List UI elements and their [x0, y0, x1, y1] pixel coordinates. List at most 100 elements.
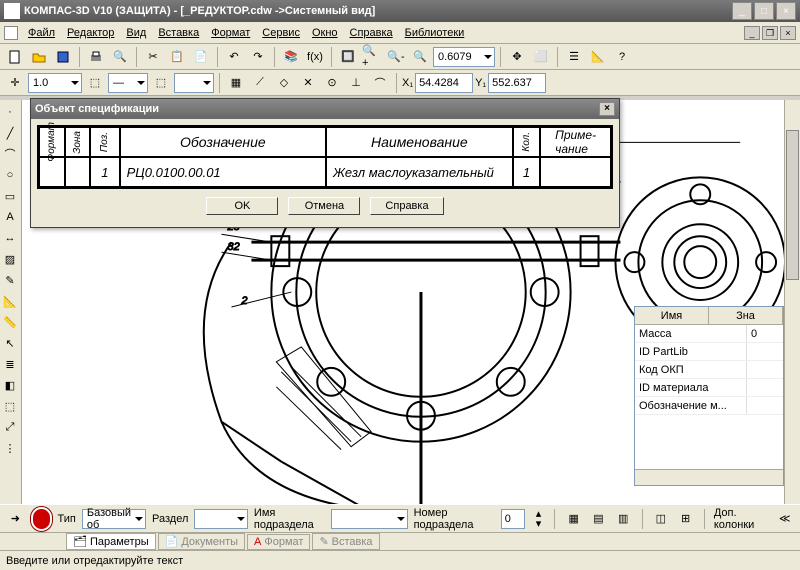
prop-col-name[interactable]: Имя [635, 307, 709, 324]
menu-insert[interactable]: Вставка [152, 24, 205, 42]
prop-row[interactable]: ID материала [635, 379, 783, 397]
tool-param[interactable]: 📐 [0, 291, 20, 311]
cell-name[interactable]: Жезл маслоуказательный [326, 157, 513, 187]
scale-combo[interactable]: 1.0 [28, 73, 82, 93]
zoom-fit-button[interactable]: ⬜ [530, 46, 552, 68]
tool-measure[interactable]: 📏 [0, 312, 20, 332]
snap-end[interactable]: ⟋ [249, 72, 271, 94]
snap-perp[interactable]: ⊥ [345, 72, 367, 94]
menu-format[interactable]: Формат [205, 24, 256, 42]
tool-edit[interactable]: ✎ [0, 270, 20, 290]
open-button[interactable] [28, 46, 50, 68]
close-button[interactable]: × [776, 2, 796, 20]
tab-insert[interactable]: ✎Вставка [312, 533, 379, 550]
color-combo[interactable] [174, 73, 214, 93]
tab-docs[interactable]: 📄Документы [158, 533, 245, 550]
mdi-restore[interactable]: ❐ [762, 26, 778, 40]
subname-combo[interactable] [331, 509, 408, 529]
zoom-window-button[interactable]: 🔲 [337, 46, 359, 68]
menu-edit[interactable]: Редактор [61, 24, 120, 42]
layer-btn[interactable]: ⬚ [84, 72, 106, 94]
tab-format[interactable]: AФормат [247, 534, 310, 550]
snap-mid[interactable]: ◇ [273, 72, 295, 94]
zoom-in-button[interactable]: 🔍+ [361, 46, 383, 68]
cell-pos[interactable]: 1 [90, 157, 120, 187]
prop-row[interactable]: ID PartLib [635, 343, 783, 361]
spec-data-row[interactable]: 1 РЦ0.0100.00.01 Жезл маслоуказательный … [39, 157, 611, 187]
mdi-minimize[interactable]: _ [744, 26, 760, 40]
menu-service[interactable]: Сервис [256, 24, 306, 42]
print-button[interactable] [85, 46, 107, 68]
zoom-scale-combo[interactable]: 0.6079 [433, 47, 495, 67]
undo-button[interactable]: ↶ [223, 46, 245, 68]
x-input[interactable]: 54.4284 [415, 73, 473, 93]
dialog-close-button[interactable]: × [599, 102, 615, 116]
menu-view[interactable]: Вид [120, 24, 152, 42]
manager-button[interactable]: 📚 [280, 46, 302, 68]
snap-int[interactable]: ✕ [297, 72, 319, 94]
snap-cen[interactable]: ⊙ [321, 72, 343, 94]
state-btn[interactable]: ⬚ [150, 72, 172, 94]
save-button[interactable] [52, 46, 74, 68]
snap-tan[interactable]: ⌒ [369, 72, 391, 94]
snap-button[interactable]: ✛ [4, 72, 26, 94]
tool-point[interactable]: · [0, 102, 20, 122]
cell-zone[interactable] [65, 157, 91, 187]
layers-button[interactable]: ☰ [563, 46, 585, 68]
tool-dim[interactable]: ↔ [0, 228, 20, 248]
tool-line[interactable]: ╱ [0, 123, 20, 143]
zoom-prev-button[interactable]: 🔍 [409, 46, 431, 68]
menu-file[interactable]: Файл [22, 24, 61, 42]
tool-brk[interactable]: ⤢ [0, 417, 20, 437]
tool-spec[interactable]: ≣ [0, 354, 20, 374]
maximize-button[interactable]: □ [754, 2, 774, 20]
variables-button[interactable]: f(x) [304, 46, 326, 68]
spin-down[interactable]: ▾ [531, 519, 545, 529]
tool-hatch[interactable]: ▨ [0, 249, 20, 269]
prop-row[interactable]: Обозначение м... [635, 397, 783, 415]
redo-button[interactable]: ↷ [247, 46, 269, 68]
libs-button[interactable]: 📐 [587, 46, 609, 68]
cell-qty[interactable]: 1 [513, 157, 541, 187]
tab-params[interactable]: 🗂Параметры [66, 533, 156, 550]
snap-grid[interactable]: ▦ [225, 72, 247, 94]
pan-button[interactable]: ✥ [506, 46, 528, 68]
subnum-input[interactable]: 0 [501, 509, 526, 529]
menu-help[interactable]: Справка [344, 24, 399, 42]
copy-button[interactable]: 📋 [166, 46, 188, 68]
section-combo[interactable] [194, 509, 248, 529]
ok-button[interactable]: OK [206, 197, 278, 215]
menu-libraries[interactable]: Библиотеки [399, 24, 471, 42]
tool-rect[interactable]: ▭ [0, 186, 20, 206]
prop-row[interactable]: Код ОКП [635, 361, 783, 379]
grid2-button[interactable]: ▤ [589, 508, 608, 530]
cell-designation[interactable]: РЦ0.0100.00.01 [120, 157, 326, 187]
zoom-out-button[interactable]: 🔍- [385, 46, 407, 68]
tool-circle[interactable]: ○ [0, 165, 20, 185]
extra-cols-button[interactable]: ≪ [775, 508, 794, 530]
cancel-button[interactable]: Отмена [288, 197, 360, 215]
tool-attr[interactable]: ⋮ [0, 438, 20, 458]
help-button[interactable]: ? [611, 46, 633, 68]
type-combo[interactable]: Базовый об [82, 509, 146, 529]
mdi-close[interactable]: × [780, 26, 796, 40]
tool-macro[interactable]: ◧ [0, 375, 20, 395]
preview-button[interactable]: 🔍 [109, 46, 131, 68]
prop-scrollbar[interactable] [635, 469, 783, 485]
stop-button[interactable] [31, 507, 52, 531]
grid1-button[interactable]: ▦ [564, 508, 583, 530]
vertical-scrollbar[interactable] [784, 100, 800, 508]
tool-text[interactable]: A [0, 207, 20, 227]
prop-row[interactable]: Масса0 [635, 325, 783, 343]
grid5-button[interactable]: ⊞ [676, 508, 695, 530]
enter-button[interactable]: ➜ [6, 508, 25, 530]
grid4-button[interactable]: ◫ [651, 508, 670, 530]
help-button[interactable]: Справка [370, 197, 443, 215]
tool-arc[interactable]: ⌒ [0, 144, 20, 164]
cell-note[interactable] [540, 157, 611, 187]
tool-view[interactable]: ⬚ [0, 396, 20, 416]
y-input[interactable]: 552.637 [488, 73, 546, 93]
minimize-button[interactable]: _ [732, 2, 752, 20]
linewidth-combo[interactable]: — [108, 73, 148, 93]
cut-button[interactable]: ✂ [142, 46, 164, 68]
